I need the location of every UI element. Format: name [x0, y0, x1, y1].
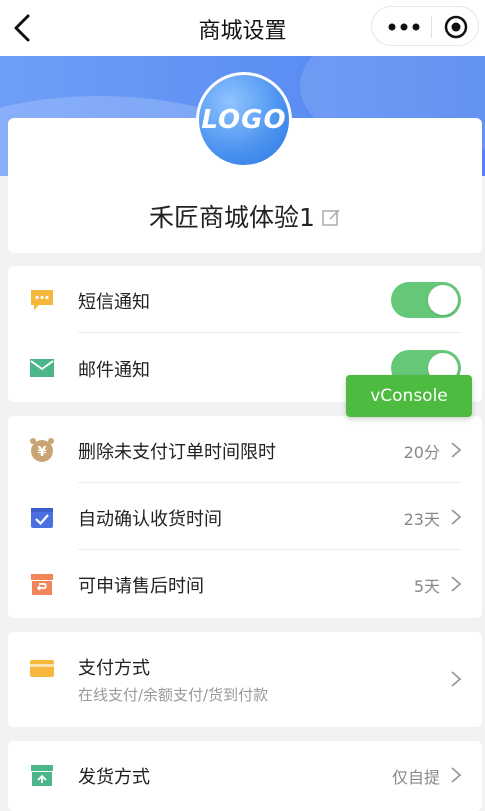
sms-notification-toggle[interactable]	[391, 282, 461, 318]
auto-confirm-receipt-row[interactable]: 自动确认收货时间 23天	[8, 483, 482, 550]
delivery-method-row[interactable]: 发货方式 仅自提	[8, 741, 482, 808]
auto-confirm-receipt-value: 23天	[403, 510, 440, 529]
shop-logo[interactable]: LOGO	[196, 72, 292, 168]
after-sale-period-label: 可申请售后时间	[78, 576, 204, 597]
chevron-right-icon	[451, 671, 462, 687]
shop-name-text: 禾匠商城体验1	[149, 203, 315, 232]
edit-icon[interactable]	[321, 208, 341, 228]
check-box-icon	[31, 508, 53, 528]
email-notification-label: 邮件通知	[78, 360, 150, 381]
sms-notification-label: 短信通知	[78, 292, 150, 313]
order-timing-card: ¥ 删除未支付订单时间限时 20分 自动确认收货时间 23天 可申请售后时间 5…	[8, 416, 482, 618]
chevron-right-icon	[451, 576, 462, 592]
delivery-method-value: 仅自提	[391, 768, 440, 787]
delivery-method-card: 发货方式 仅自提	[8, 741, 482, 811]
unpaid-order-delete-value: 20分	[403, 443, 440, 462]
more-icon[interactable]	[386, 17, 422, 37]
capsule-divider	[431, 16, 432, 38]
navigation-bar: 商城设置	[0, 0, 485, 56]
vconsole-button[interactable]: vConsole	[346, 375, 472, 417]
after-sale-period-value: 5天	[413, 577, 440, 596]
wallet-icon	[30, 660, 54, 677]
logo-text: LOGO	[201, 105, 287, 135]
chevron-right-icon	[451, 509, 462, 525]
unpaid-order-delete-row[interactable]: ¥ 删除未支付订单时间限时 20分	[8, 416, 482, 483]
auto-confirm-receipt-label: 自动确认收货时间	[78, 509, 222, 530]
close-mini-program-icon[interactable]	[444, 15, 468, 39]
svg-text:¥: ¥	[37, 445, 46, 460]
message-icon	[31, 290, 53, 310]
shop-name[interactable]: 禾匠商城体验1	[8, 198, 482, 234]
payment-method-card: 支付方式 在线支付/余额支付/货到付款	[8, 632, 482, 727]
payment-method-label: 支付方式	[78, 658, 150, 679]
payment-method-row[interactable]: 支付方式 在线支付/余额支付/货到付款	[8, 632, 482, 727]
delivery-box-icon	[31, 765, 53, 786]
return-box-icon	[31, 574, 53, 595]
payment-method-options: 在线支付/余额支付/货到付款	[78, 686, 269, 704]
after-sale-period-row[interactable]: 可申请售后时间 5天	[8, 550, 482, 617]
mini-program-capsule	[371, 6, 479, 46]
alarm-clock-icon: ¥	[30, 438, 54, 462]
chevron-right-icon	[451, 442, 462, 458]
chevron-right-icon	[451, 767, 462, 783]
unpaid-order-delete-label: 删除未支付订单时间限时	[78, 442, 276, 463]
sms-notification-row: 短信通知	[8, 266, 482, 333]
delivery-method-label: 发货方式	[78, 767, 150, 788]
mail-icon	[30, 359, 54, 377]
